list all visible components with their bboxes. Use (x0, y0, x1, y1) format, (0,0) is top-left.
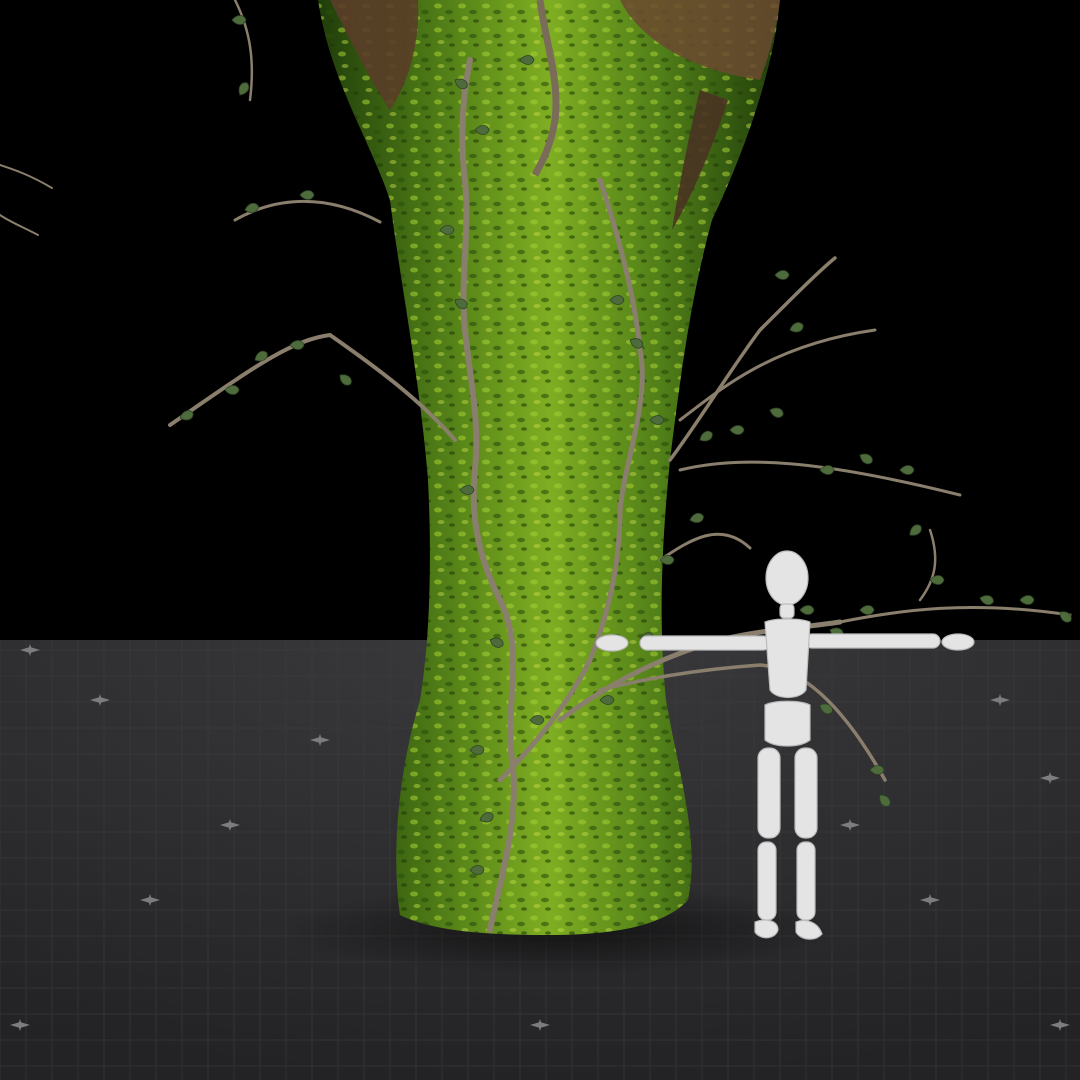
3d-scene-render (0, 0, 1080, 1080)
render-viewport (0, 0, 1080, 1080)
